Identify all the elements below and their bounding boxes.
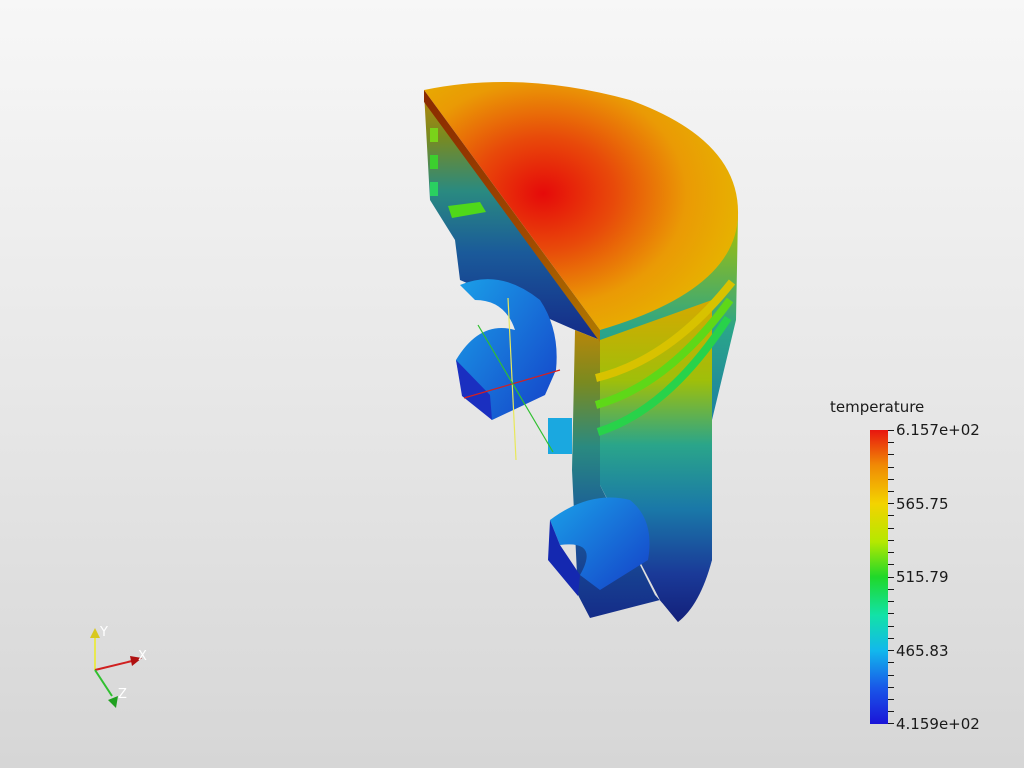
color-ramp	[870, 430, 888, 724]
legend-ticks	[888, 430, 896, 724]
legend-label-max: 6.157e+02	[896, 421, 980, 439]
legend-title: temperature	[830, 398, 925, 416]
z-axis-line	[94, 669, 113, 697]
legend-label-min: 4.159e+02	[896, 715, 980, 733]
z-axis-label: Z	[118, 687, 127, 702]
orientation-axes-widget[interactable]: Y X Z	[70, 618, 160, 718]
x-axis-label: X	[138, 649, 147, 664]
y-axis-label: Y	[99, 625, 108, 640]
x-axis-line	[94, 660, 133, 671]
scalar-bar-legend[interactable]: temperature 6.157e+02 565.75 515.79 465.…	[820, 396, 1010, 741]
z-axis-arrow	[108, 696, 118, 708]
legend-label-2: 565.75	[896, 495, 949, 513]
piston-model[interactable]	[424, 82, 739, 622]
legend-label-4: 465.83	[896, 642, 949, 660]
legend-label-3: 515.79	[896, 568, 949, 586]
y-axis-arrow	[90, 628, 100, 638]
